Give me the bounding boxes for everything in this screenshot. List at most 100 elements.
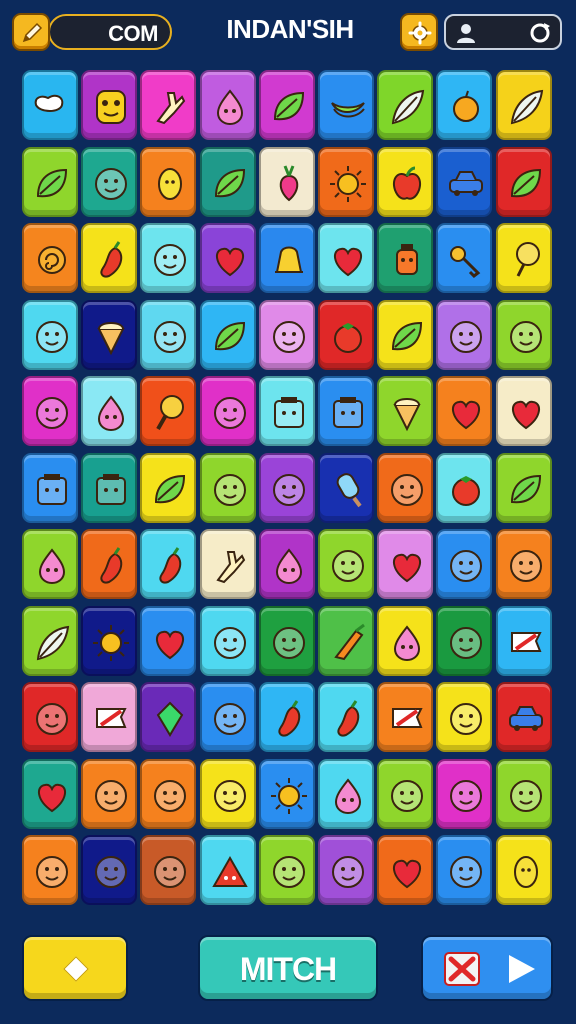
game-tile[interactable] — [318, 376, 374, 446]
game-tile[interactable] — [377, 529, 434, 599]
game-tile[interactable] — [22, 146, 78, 217]
settings-button[interactable] — [400, 13, 438, 51]
edit-button[interactable] — [12, 13, 50, 51]
profile-pill[interactable] — [444, 14, 562, 50]
game-tile[interactable] — [140, 835, 197, 905]
game-tile[interactable] — [22, 223, 78, 293]
game-tile[interactable] — [22, 70, 78, 140]
game-tile[interactable] — [377, 682, 434, 752]
game-tile[interactable] — [436, 835, 493, 905]
game-tile[interactable] — [495, 376, 552, 446]
game-tile[interactable] — [495, 223, 552, 293]
game-tile[interactable] — [377, 70, 434, 140]
game-tile[interactable] — [199, 835, 256, 905]
game-tile[interactable] — [436, 682, 493, 752]
game-tile[interactable] — [258, 452, 315, 523]
game-tile[interactable] — [22, 835, 78, 905]
game-tile[interactable] — [258, 835, 315, 905]
game-tile[interactable] — [140, 70, 197, 140]
game-tile[interactable] — [81, 682, 138, 752]
game-tile[interactable] — [318, 835, 374, 905]
close-icon[interactable] — [443, 951, 481, 987]
game-tile[interactable] — [258, 299, 315, 370]
game-tile[interactable] — [258, 223, 315, 293]
game-tile[interactable] — [318, 70, 374, 140]
game-tile[interactable] — [377, 452, 434, 523]
game-tile[interactable] — [377, 835, 434, 905]
game-tile[interactable] — [318, 223, 374, 293]
game-tile[interactable] — [318, 529, 374, 599]
game-tile[interactable] — [258, 529, 315, 599]
game-tile[interactable] — [140, 758, 197, 829]
game-tile[interactable] — [81, 376, 138, 446]
game-tile[interactable] — [495, 758, 552, 829]
game-tile[interactable] — [495, 452, 552, 523]
game-tile[interactable] — [377, 605, 434, 676]
game-tile[interactable] — [140, 376, 197, 446]
game-tile[interactable] — [436, 452, 493, 523]
game-tile[interactable] — [81, 146, 138, 217]
game-tile[interactable] — [140, 452, 197, 523]
game-tile[interactable] — [22, 376, 78, 446]
game-tile[interactable] — [22, 452, 78, 523]
game-tile[interactable] — [377, 146, 434, 217]
game-tile[interactable] — [377, 376, 434, 446]
game-tile[interactable] — [199, 376, 256, 446]
game-tile[interactable] — [81, 835, 138, 905]
game-tile[interactable] — [318, 146, 374, 217]
game-tile[interactable] — [140, 223, 197, 293]
game-tile[interactable] — [22, 758, 78, 829]
game-tile[interactable] — [436, 529, 493, 599]
game-tile[interactable] — [140, 682, 197, 752]
game-tile[interactable] — [436, 146, 493, 217]
game-tile[interactable] — [81, 299, 138, 370]
game-tile[interactable] — [258, 605, 315, 676]
hint-button[interactable] — [22, 935, 128, 1001]
game-tile[interactable] — [318, 452, 374, 523]
game-tile[interactable] — [495, 835, 552, 905]
game-tile[interactable] — [22, 529, 78, 599]
game-tile[interactable] — [199, 299, 256, 370]
game-tile[interactable] — [81, 758, 138, 829]
game-tile[interactable] — [81, 605, 138, 676]
game-tile[interactable] — [377, 758, 434, 829]
game-tile[interactable] — [258, 70, 315, 140]
game-tile[interactable] — [140, 299, 197, 370]
game-tile[interactable] — [81, 223, 138, 293]
game-tile[interactable] — [318, 682, 374, 752]
game-tile[interactable] — [22, 682, 78, 752]
game-tile[interactable] — [495, 682, 552, 752]
game-tile[interactable] — [318, 758, 374, 829]
game-tile[interactable] — [199, 452, 256, 523]
game-tile[interactable] — [81, 529, 138, 599]
game-tile[interactable] — [495, 299, 552, 370]
game-tile[interactable] — [199, 529, 256, 599]
game-tile[interactable] — [377, 223, 434, 293]
game-tile[interactable] — [140, 146, 197, 217]
game-tile[interactable] — [436, 70, 493, 140]
game-tile[interactable] — [377, 299, 434, 370]
game-tile[interactable] — [140, 529, 197, 599]
play-icon[interactable] — [505, 953, 537, 985]
refresh-icon[interactable] — [528, 21, 552, 45]
game-tile[interactable] — [199, 605, 256, 676]
game-tile[interactable] — [436, 758, 493, 829]
game-tile[interactable] — [436, 376, 493, 446]
game-tile[interactable] — [81, 452, 138, 523]
game-tile[interactable] — [436, 299, 493, 370]
game-tile[interactable] — [258, 758, 315, 829]
game-tile[interactable] — [258, 682, 315, 752]
game-tile[interactable] — [258, 146, 315, 217]
game-tile[interactable] — [22, 299, 78, 370]
game-tile[interactable] — [436, 223, 493, 293]
game-tile[interactable] — [199, 146, 256, 217]
game-tile[interactable] — [258, 376, 315, 446]
match-button[interactable]: MITCH — [198, 935, 378, 1001]
game-tile[interactable] — [22, 605, 78, 676]
game-tile[interactable] — [495, 146, 552, 217]
game-tile[interactable] — [199, 758, 256, 829]
game-tile[interactable] — [318, 605, 374, 676]
game-tile[interactable] — [495, 70, 552, 140]
game-tile[interactable] — [436, 605, 493, 676]
game-tile[interactable] — [495, 605, 552, 676]
